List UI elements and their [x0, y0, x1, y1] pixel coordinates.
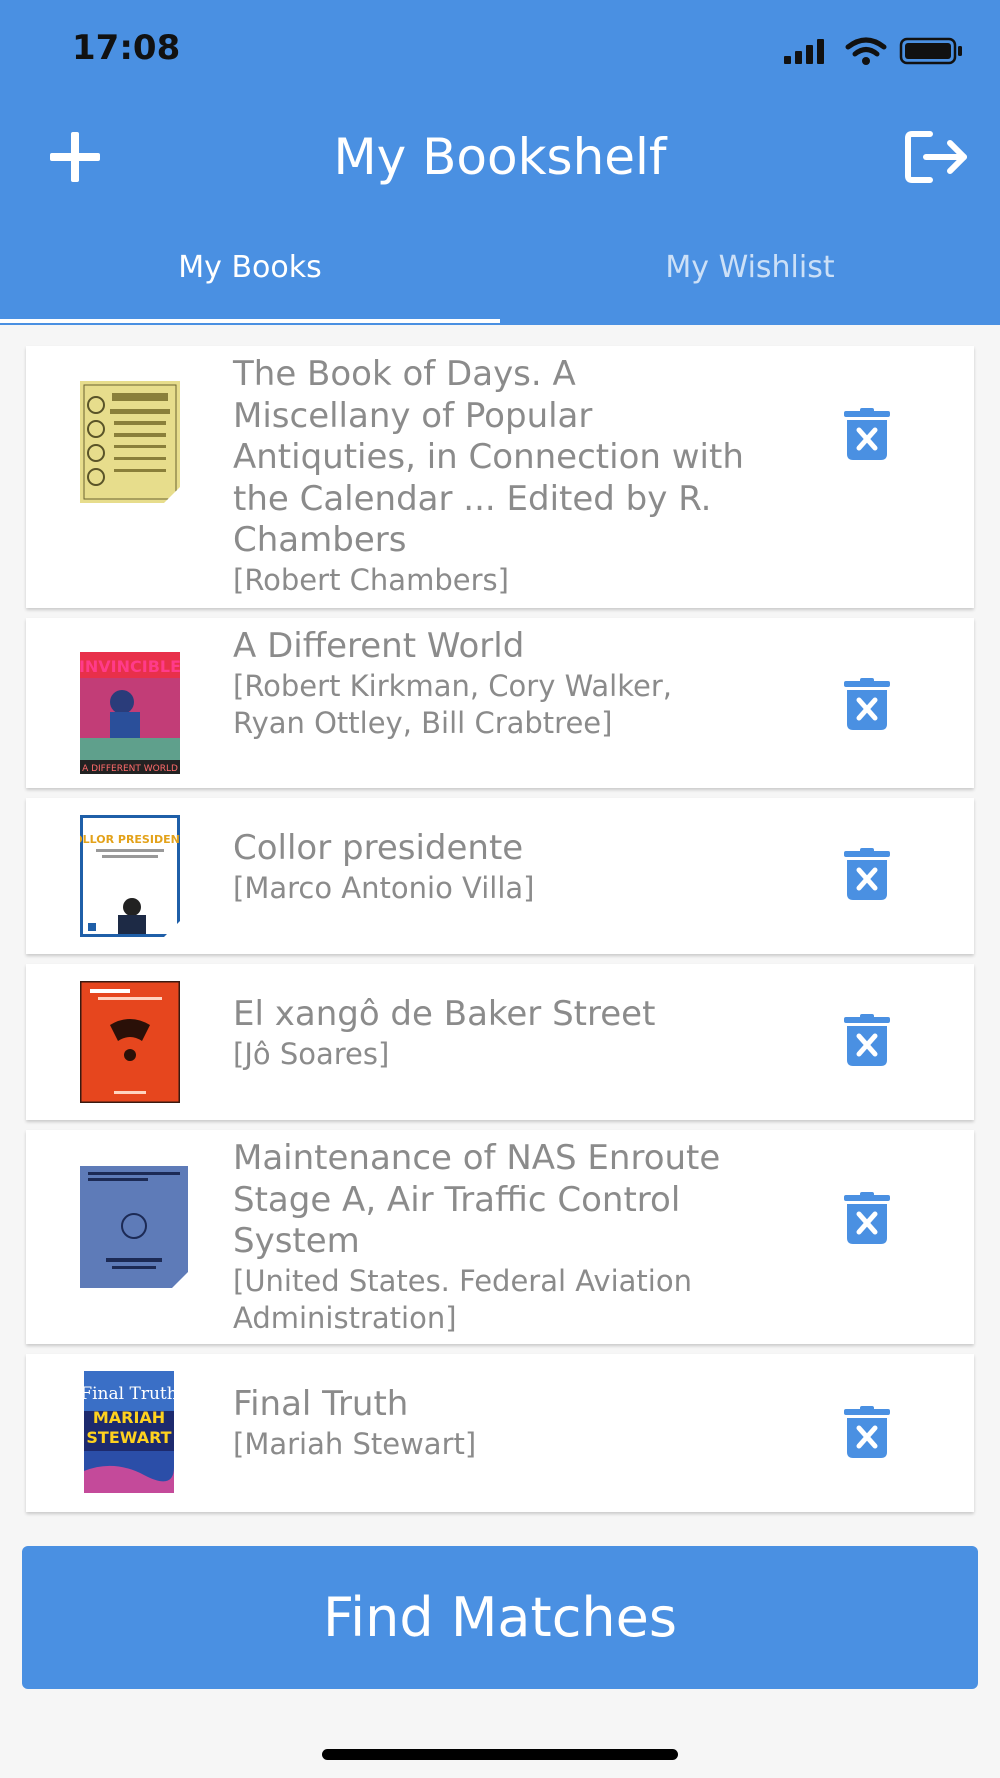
- app-bar: 17:08 My Bookshelf My Books My Wishlist: [0, 0, 1000, 325]
- book-author: [Robert Chambers]: [233, 562, 509, 597]
- book-card[interactable]: COLLOR PRESIDENTE Collor presidente [Mar…: [26, 798, 974, 954]
- cover-title-text: INVINCIBLE: [80, 657, 180, 676]
- delete-book-icon[interactable]: [844, 1192, 890, 1244]
- tab-my-books[interactable]: My Books: [0, 250, 500, 285]
- book-author: [Mariah Stewart]: [233, 1426, 477, 1461]
- active-tab-indicator: [0, 319, 500, 323]
- wifi-icon: [845, 37, 887, 65]
- delete-book-icon[interactable]: [844, 408, 890, 460]
- cover-title-text: Final Truth: [84, 1384, 174, 1404]
- delete-book-icon[interactable]: [844, 1014, 890, 1066]
- cover-author-text: MARIAH: [93, 1408, 165, 1427]
- cover-subtitle-text: A DIFFERENT WORLD: [82, 764, 178, 774]
- book-author: [United States. Federal Aviation Adminis…: [233, 1263, 692, 1335]
- book-card[interactable]: Maintenance of NAS Enroute Stage A, Air …: [26, 1130, 974, 1344]
- signal-icon: [784, 39, 824, 64]
- book-title: Maintenance of NAS Enroute Stage A, Air …: [233, 1138, 721, 1261]
- home-indicator[interactable]: [322, 1749, 678, 1760]
- book-card[interactable]: The Book of Days. A Miscellany of Popula…: [26, 346, 974, 608]
- find-matches-button[interactable]: Find Matches: [22, 1546, 978, 1689]
- book-cover: Final Truth MARIAH STEWART: [84, 1371, 174, 1493]
- book-cover: [80, 981, 180, 1103]
- book-card[interactable]: El xangô de Baker Street [Jô Soares]: [26, 964, 974, 1120]
- battery-icon: [899, 37, 962, 65]
- book-title: Final Truth: [233, 1384, 409, 1424]
- delete-book-icon[interactable]: [844, 848, 890, 900]
- book-cover: [80, 1166, 188, 1288]
- book-cover: [80, 381, 180, 503]
- delete-book-icon[interactable]: [844, 678, 890, 730]
- book-author: [Marco Antonio Villa]: [233, 870, 535, 905]
- book-title: El xangô de Baker Street: [233, 994, 656, 1034]
- book-card[interactable]: INVINCIBLE A DIFFERENT WORLD A Different…: [26, 618, 974, 788]
- logout-icon[interactable]: [904, 128, 972, 186]
- book-title: A Different World: [233, 626, 525, 666]
- book-card[interactable]: Final Truth MARIAH STEWART Final Truth […: [26, 1354, 974, 1512]
- status-time: 17:08: [72, 28, 181, 68]
- cover-title-text: COLLOR PRESIDENTE: [80, 833, 180, 846]
- book-cover: COLLOR PRESIDENTE: [80, 815, 180, 937]
- delete-book-icon[interactable]: [844, 1406, 890, 1458]
- book-title: The Book of Days. A Miscellany of Popula…: [233, 354, 744, 560]
- tab-my-wishlist[interactable]: My Wishlist: [500, 250, 1000, 285]
- book-author: [Robert Kirkman, Cory Walker, Ryan Ottle…: [233, 668, 672, 740]
- book-title: Collor presidente: [233, 828, 524, 868]
- page-title: My Bookshelf: [333, 128, 667, 186]
- cover-author-text: STEWART: [86, 1428, 171, 1447]
- book-cover: INVINCIBLE A DIFFERENT WORLD: [80, 652, 180, 774]
- book-author: [Jô Soares]: [233, 1036, 390, 1071]
- status-icons: [784, 37, 962, 65]
